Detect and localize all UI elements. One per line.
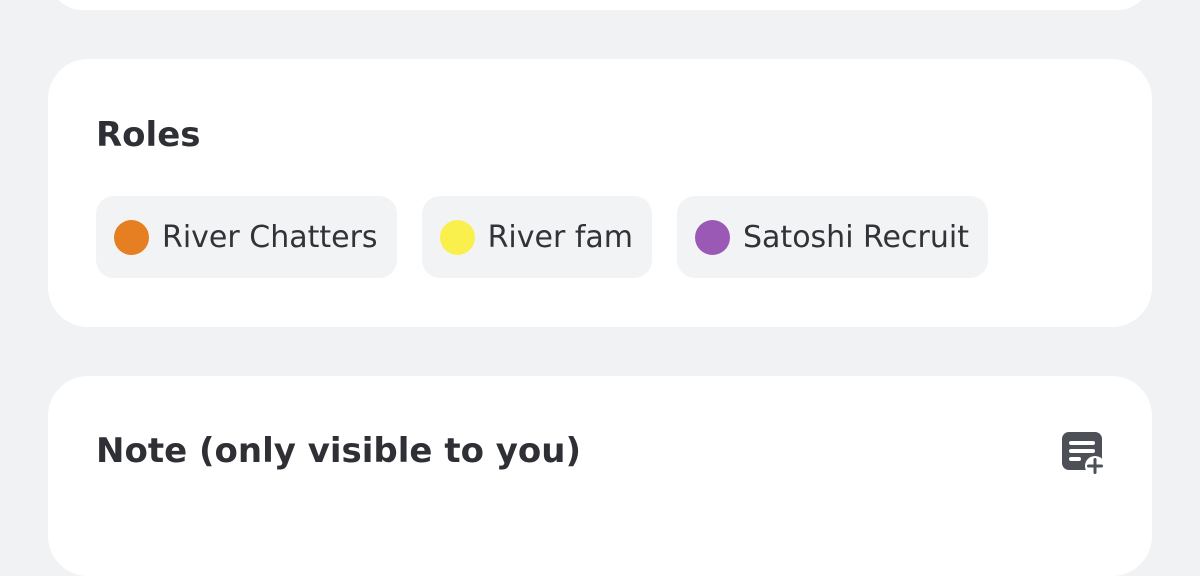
role-satoshi-recruit[interactable]: Satoshi Recruit — [677, 196, 988, 278]
roles-list: River Chatters River fam Satoshi Recruit — [96, 196, 988, 278]
role-river-chatters[interactable]: River Chatters — [96, 196, 397, 278]
role-label: River fam — [487, 219, 633, 255]
note-add-icon — [1062, 432, 1105, 476]
roles-card: Roles River Chatters River fam Satoshi R… — [48, 59, 1152, 327]
note-card: Note (only visible to you) — [48, 376, 1152, 576]
role-river-fam[interactable]: River fam — [421, 196, 652, 278]
role-label: Satoshi Recruit — [743, 219, 969, 255]
role-color-dot — [114, 219, 149, 255]
roles-title: Roles — [96, 115, 201, 155]
add-note-button[interactable] — [1058, 428, 1108, 478]
previous-card — [48, 0, 1152, 10]
role-color-dot — [439, 219, 475, 255]
note-title: Note (only visible to you) — [96, 431, 582, 471]
role-label: River Chatters — [162, 219, 378, 255]
role-color-dot — [695, 219, 730, 255]
